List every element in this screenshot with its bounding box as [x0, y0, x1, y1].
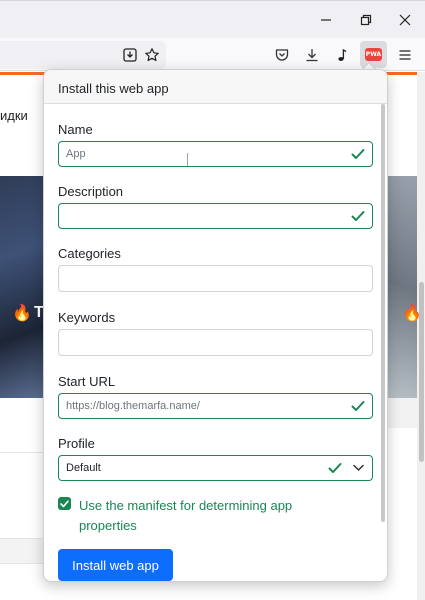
checkmark-icon: [60, 499, 69, 507]
minimize-icon[interactable]: [312, 7, 340, 33]
window-titlebar: [0, 0, 425, 38]
close-icon[interactable]: [391, 7, 419, 33]
profile-select[interactable]: Default: [58, 455, 373, 481]
pwa-badge: PWA: [365, 48, 382, 61]
install-web-app-button[interactable]: Install web app: [58, 549, 173, 581]
description-field[interactable]: [58, 203, 373, 229]
fire-icon: 🔥: [12, 305, 32, 322]
bookmark-star-icon[interactable]: [140, 43, 164, 67]
restore-icon[interactable]: [352, 7, 380, 33]
page-divider: [0, 452, 46, 453]
name-placeholder: App: [66, 148, 86, 160]
start-url-field[interactable]: https://blog.themarfa.name/: [58, 393, 373, 419]
url-bar[interactable]: [0, 41, 166, 69]
music-note-icon[interactable]: [331, 43, 355, 67]
popup-title: Install this web app: [44, 70, 387, 104]
check-icon: [351, 211, 365, 221]
popup-scrollbar-thumb[interactable]: [381, 104, 385, 522]
keywords-label: Keywords: [58, 310, 116, 325]
menu-icon[interactable]: [393, 43, 417, 67]
text-cursor-icon: [187, 153, 192, 166]
profile-label: Profile: [58, 436, 95, 451]
keywords-field[interactable]: [58, 329, 373, 356]
reader-view-icon[interactable]: [118, 43, 142, 67]
pwa-icon[interactable]: PWA: [360, 41, 387, 68]
manifest-checkbox[interactable]: [58, 497, 71, 510]
name-label: Name: [58, 122, 93, 137]
start-url-label: Start URL: [58, 374, 116, 389]
check-icon: [351, 149, 365, 159]
description-label: Description: [58, 184, 124, 199]
categories-field[interactable]: [58, 265, 373, 292]
browser-toolbar: PWA: [0, 38, 425, 71]
article-card-image-left[interactable]: [0, 176, 46, 398]
profile-selected-value: Default: [66, 462, 101, 474]
check-icon: [328, 463, 342, 473]
downloads-icon[interactable]: [300, 43, 324, 67]
start-url-placeholder: https://blog.themarfa.name/: [66, 400, 200, 412]
name-field[interactable]: App: [58, 141, 373, 167]
manifest-checkbox-label[interactable]: Use the manifest for determining app pro…: [79, 496, 339, 536]
fire-icon: 🔥: [402, 305, 422, 322]
page-nav-text[interactable]: идки: [0, 108, 28, 123]
install-web-app-popup: Install this web app Name App Descriptio…: [43, 69, 388, 582]
categories-label: Categories: [58, 246, 121, 261]
page-gray-band: [0, 538, 46, 564]
pocket-icon[interactable]: [270, 43, 294, 67]
check-icon: [351, 401, 365, 411]
chevron-down-icon: [353, 464, 364, 471]
